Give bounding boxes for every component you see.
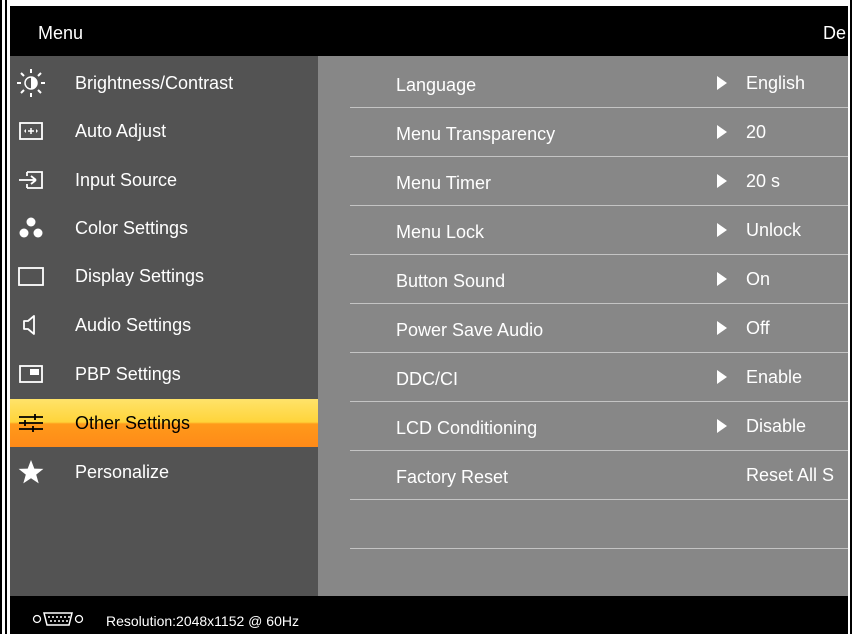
settings-panel: Language English Menu Transparency 20 Me… <box>318 56 848 596</box>
menu-item-label: Brightness/Contrast <box>75 73 234 93</box>
menu-title: Menu <box>38 23 84 43</box>
osd-footer: Resolution:2048x1152 @ 60Hz <box>10 596 848 634</box>
arrow-right-icon <box>717 419 727 433</box>
menu-item-pbp-settings[interactable]: PBP Settings <box>10 350 318 398</box>
setting-value: 20 s <box>746 171 781 191</box>
display-rect-icon <box>18 267 44 286</box>
menu-item-label: PBP Settings <box>75 364 181 384</box>
setting-value: 20 <box>746 122 767 142</box>
setting-row-power-save-audio[interactable]: Power Save Audio Off <box>350 304 848 353</box>
setting-row-menu-lock[interactable]: Menu Lock Unlock <box>350 206 848 255</box>
setting-row-menu-transparency[interactable]: Menu Transparency 20 <box>350 108 848 157</box>
menu-item-label: Auto Adjust <box>75 121 167 141</box>
setting-label: Power Save Audio <box>396 320 544 340</box>
menu-item-label: Input Source <box>75 170 178 190</box>
menu-item-brightness-contrast[interactable]: Brightness/Contrast <box>10 59 318 107</box>
star-icon <box>18 460 44 484</box>
setting-label: LCD Conditioning <box>396 418 538 438</box>
setting-row-language[interactable]: Language English <box>350 59 848 108</box>
setting-label: Button Sound <box>396 271 506 291</box>
menu-item-auto-adjust[interactable]: Auto Adjust <box>10 107 318 155</box>
setting-label: Menu Lock <box>396 222 485 242</box>
menu-item-label: Audio Settings <box>75 315 192 335</box>
menu-item-personalize[interactable]: Personalize <box>10 448 318 496</box>
setting-value: Unlock <box>746 220 802 240</box>
setting-row-button-sound[interactable]: Button Sound On <box>350 255 848 304</box>
setting-value: English <box>746 73 806 93</box>
arrow-right-icon <box>717 174 727 188</box>
input-source-icon <box>19 171 43 189</box>
menu-item-other-settings[interactable]: Other Settings <box>10 399 318 447</box>
sliders-icon <box>19 414 43 432</box>
setting-value: On <box>746 269 771 289</box>
color-dots-icon <box>19 217 43 238</box>
main-menu-panel: Brightness/Contrast Auto Adjust Input So… <box>10 56 318 596</box>
menu-item-label: Other Settings <box>75 413 191 433</box>
auto-adjust-icon <box>19 122 43 140</box>
setting-value: Off <box>746 318 770 338</box>
menu-item-audio-settings[interactable]: Audio Settings <box>10 301 318 349</box>
setting-row-menu-timer[interactable]: Menu Timer 20 s <box>350 157 848 206</box>
model-name: De <box>823 23 847 43</box>
setting-value: Disable <box>746 416 807 436</box>
osd-header: Menu De <box>10 6 848 56</box>
arrow-right-icon <box>717 125 727 139</box>
resolution-status: Resolution:2048x1152 @ 60Hz <box>106 613 299 629</box>
setting-value: Enable <box>746 367 803 387</box>
setting-label: Factory Reset <box>396 467 509 487</box>
setting-row-factory-reset[interactable]: Factory Reset Reset All S <box>350 451 848 500</box>
menu-item-input-source[interactable]: Input Source <box>10 156 318 204</box>
pbp-icon <box>19 365 43 383</box>
arrow-right-icon <box>717 321 727 335</box>
menu-item-color-settings[interactable]: Color Settings <box>10 204 318 252</box>
setting-label: Language <box>396 75 477 95</box>
setting-row-lcd-conditioning[interactable]: LCD Conditioning Disable <box>350 402 848 451</box>
arrow-right-icon <box>717 223 727 237</box>
arrow-right-icon <box>717 370 727 384</box>
speaker-icon <box>23 315 35 335</box>
setting-label: Menu Timer <box>396 173 492 193</box>
setting-label: Menu Transparency <box>396 124 556 144</box>
menu-item-label: Color Settings <box>75 218 189 238</box>
frame-border <box>0 0 2 634</box>
setting-row-ddc-ci[interactable]: DDC/CI Enable <box>350 353 848 402</box>
arrow-right-icon <box>717 76 727 90</box>
empty-row <box>350 500 848 549</box>
vga-connector-icon <box>32 612 84 626</box>
menu-item-label: Personalize <box>75 462 170 482</box>
menu-item-label: Display Settings <box>75 266 205 286</box>
menu-item-display-settings[interactable]: Display Settings <box>10 252 318 300</box>
setting-label: DDC/CI <box>396 369 458 389</box>
monitor-osd: Menu De Brightness/Contrast Auto Adjust … <box>0 0 852 634</box>
arrow-right-icon <box>717 272 727 286</box>
frame-border <box>5 0 7 634</box>
setting-value: Reset All S <box>746 465 835 485</box>
sun-icon <box>17 69 45 97</box>
